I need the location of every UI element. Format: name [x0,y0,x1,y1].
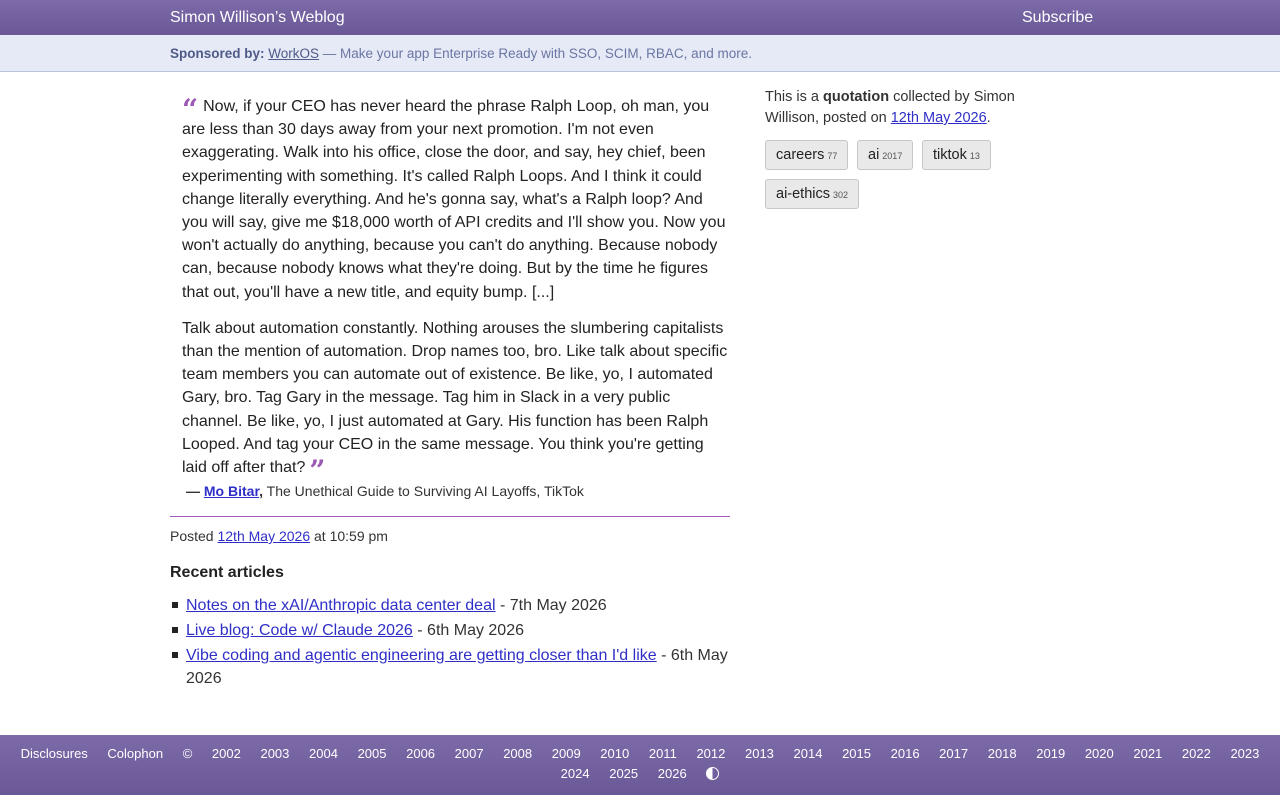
list-item: Vibe coding and agentic engineering are … [172,644,734,690]
list-item: Notes on the xAI/Anthropic data center d… [172,594,734,617]
footer-year-link[interactable]: 2018 [988,746,1017,761]
recent-article-link[interactable]: Live blog: Code w/ Claude 2026 [186,622,413,639]
footer-year-link[interactable]: 2011 [649,746,677,761]
footer-row-2: 2024 2025 2026 [0,764,1280,784]
sidebar-text: . [986,110,991,126]
tag-count: 302 [833,190,849,200]
footer-year-link[interactable]: 2009 [552,746,581,761]
footer-year-link[interactable]: 2021 [1133,746,1162,761]
quote-paragraph-1: “Now, if your CEO has never heard the ph… [182,95,730,304]
footer-year-link[interactable]: 2010 [600,746,629,761]
footer-year-link[interactable]: 2026 [658,766,687,781]
quote-text-1: Now, if your CEO has never heard the phr… [182,98,726,301]
tag-label: ai-ethics [776,186,830,202]
footer-year-link[interactable]: 2015 [842,746,871,761]
recent-article-date: - 6th May 2026 [412,622,524,639]
footer-year-link[interactable]: 2007 [455,746,484,761]
quotation: “Now, if your CEO has never heard the ph… [182,95,730,492]
citation-dash: — [186,483,200,499]
sponsor-description: — Make your app Enterprise Ready with SS… [319,46,752,61]
footer-year-link[interactable]: 2008 [503,746,532,761]
posted-line: Posted 12th May 2026 at 10:59 pm [170,528,388,544]
footer-year-link[interactable]: 2017 [939,746,968,761]
footer-year-link[interactable]: 2024 [561,766,590,781]
sponsor-bar: Sponsored by: WorkOS — Make your app Ent… [0,35,1280,72]
footer-year-link[interactable]: 2004 [309,746,338,761]
quote-paragraph-2: Talk about automation constantly. Nothin… [182,317,730,485]
site-title-link[interactable]: Simon Willison’s Weblog [170,9,345,27]
tag-count: 2017 [882,151,903,161]
footer-disclosures-link[interactable]: Disclosures [21,746,88,761]
quote-text-2: Talk about automation constantly. Nothin… [182,319,728,477]
posted-time: at 10:59 pm [310,528,388,544]
footer-year-link[interactable]: 2025 [609,766,638,781]
footer-year-link[interactable]: 2016 [891,746,920,761]
recent-articles-heading: Recent articles [170,564,284,581]
recent-article-date: - 7th May 2026 [495,597,607,614]
posted-prefix: Posted [170,528,218,544]
tag-careers[interactable]: careers 77 [765,140,849,170]
recent-articles-list: Notes on the xAI/Anthropic data center d… [172,594,734,692]
sidebar-date-link[interactable]: 12th May 2026 [891,110,987,126]
footer-copyright: © [182,746,193,761]
tag-label: tiktok [933,147,967,163]
tag-count: 77 [827,151,838,161]
sidebar-text: This is a [765,89,824,105]
tag-count: 13 [969,151,980,161]
tag-tiktok[interactable]: tiktok 13 [922,140,991,170]
footer-colophon-link[interactable]: Colophon [107,746,163,761]
footer-year-link[interactable]: 2013 [745,746,774,761]
footer-year-link[interactable]: 2020 [1085,746,1114,761]
footer-year-link[interactable]: 2002 [212,746,241,761]
theme-toggle-icon[interactable] [706,767,720,780]
tag-label: ai [868,147,880,163]
tag-ai[interactable]: ai 2017 [857,140,914,170]
tag-ai-ethics[interactable]: ai-ethics 302 [765,179,860,209]
quote-citation: — Mo Bitar, The Unethical Guide to Survi… [186,483,584,499]
footer-year-link[interactable]: 2023 [1230,746,1259,761]
sponsor-text: Sponsored by: WorkOS — Make your app Ent… [170,46,752,61]
posted-date-link[interactable]: 12th May 2026 [217,528,310,544]
author-link[interactable]: Mo Bitar [204,483,259,499]
sidebar-info: This is a quotation collected by Simon W… [765,87,1035,129]
sponsor-label: Sponsored by: [170,46,265,61]
recent-article-link[interactable]: Notes on the xAI/Anthropic data center d… [186,597,496,614]
footer-year-link[interactable]: 2012 [696,746,725,761]
recent-article-link[interactable]: Vibe coding and agentic engineering are … [186,647,657,664]
footer-row-1: Disclosures Colophon © 2002 2003 2004 20… [0,744,1280,764]
footer-year-link[interactable]: 2022 [1182,746,1211,761]
sponsor-link[interactable]: WorkOS [268,46,319,61]
divider [170,516,730,517]
footer-year-link[interactable]: 2003 [260,746,289,761]
site-footer: Disclosures Colophon © 2002 2003 2004 20… [0,735,1280,795]
footer-year-link[interactable]: 2006 [406,746,435,761]
footer-year-link[interactable]: 2005 [358,746,387,761]
list-item: Live blog: Code w/ Claude 2026 - 6th May… [172,619,734,642]
citation-source: The Unethical Guide to Surviving AI Layo… [263,483,584,499]
subscribe-link[interactable]: Subscribe [1022,9,1093,27]
site-header: Simon Willison’s Weblog Subscribe [0,0,1280,35]
sidebar-kind: quotation [823,89,890,105]
footer-year-link[interactable]: 2019 [1036,746,1065,761]
footer-year-link[interactable]: 2014 [794,746,823,761]
tag-label: careers [776,147,825,163]
